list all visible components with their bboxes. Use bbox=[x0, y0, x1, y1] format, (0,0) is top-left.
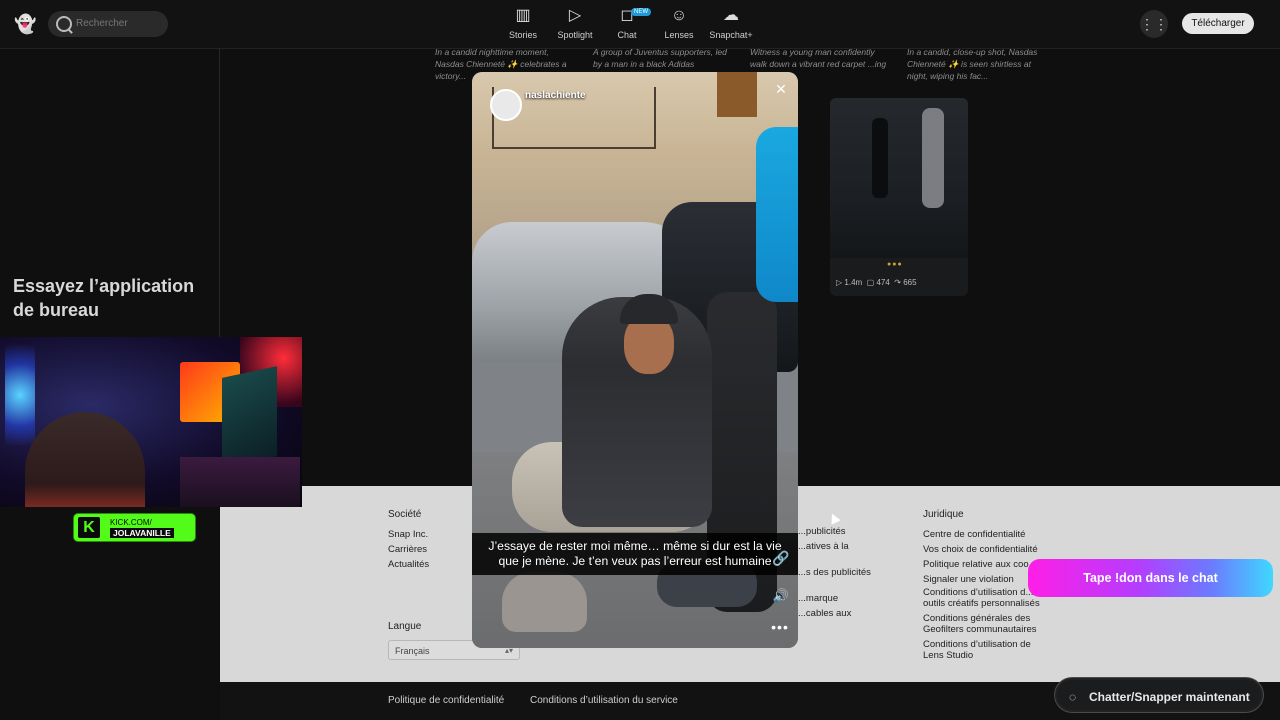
webcam-monitor bbox=[222, 366, 277, 468]
streamer-webcam bbox=[0, 337, 302, 507]
footer-link[interactable]: ...atives à la bbox=[798, 539, 871, 554]
footer-link[interactable]: ...marque bbox=[798, 591, 871, 606]
apps-grid-icon[interactable]: ⋮⋮ bbox=[1140, 10, 1168, 38]
footer-col-partial: ...publicités ...atives à la ...s des pu… bbox=[798, 524, 871, 621]
footer-col-company: Société Snap Inc. Carrières Actualités bbox=[388, 507, 429, 572]
chat-now-label: Chatter/Snapper maintenant bbox=[1089, 690, 1250, 704]
kick-channel-name: JOLAVANILLE bbox=[110, 528, 174, 538]
footer-link[interactable]: Conditions d’utilisation de Lens Studio bbox=[923, 639, 1043, 661]
chat-now-button[interactable]: ◌ Chatter/Snapper maintenant bbox=[1055, 678, 1263, 712]
footer-col-legal: Juridique Centre de confidentialité Vos … bbox=[923, 507, 1043, 661]
footer-link[interactable]: Vos choix de confidentialité bbox=[923, 542, 1043, 557]
footer-heading: Juridique bbox=[923, 509, 964, 520]
shares-icon: ↷ bbox=[894, 278, 901, 287]
desktop-app-promo[interactable]: Essayez l’application de bureau bbox=[13, 274, 213, 322]
nav-lenses-label: Lenses bbox=[664, 30, 694, 40]
footer-link[interactable]: Signaler une violation bbox=[923, 572, 1043, 587]
top-bar: 👻 Rechercher ▥ Stories ▷ Spotlight ◻ NEW… bbox=[0, 0, 1280, 49]
footer-link[interactable]: Centre de confidentialité bbox=[923, 527, 1043, 542]
subtitle-line: J’essaye de rester moi même… même si dur… bbox=[488, 539, 782, 553]
new-badge: NEW bbox=[631, 8, 651, 16]
thumbnail-image bbox=[830, 98, 968, 258]
story-shoe bbox=[502, 572, 587, 632]
nav-snapchat-plus-label: Snapchat+ bbox=[709, 30, 753, 40]
kick-url: KICK.COM/ bbox=[110, 518, 152, 527]
thumbnail-figure bbox=[922, 108, 944, 208]
footer-link[interactable]: Conditions d’utilisation d... outils cré… bbox=[923, 587, 1043, 609]
views-count: 1.4m bbox=[844, 278, 863, 287]
card-caption[interactable]: A group of Juventus supporters, led by a… bbox=[593, 46, 733, 70]
spotlight-thumbnail[interactable]: ●●● ▷ 1.4m ▢ 474 ↷ 665 bbox=[830, 98, 968, 296]
comments-icon: ▢ bbox=[866, 278, 875, 287]
footer-link[interactable]: Politique relative aux coo... bbox=[923, 557, 1043, 572]
footer-link[interactable]: ...cables aux bbox=[798, 606, 871, 621]
privacy-policy-link[interactable]: Politique de confidentialité bbox=[388, 695, 504, 706]
nav-stories-label: Stories bbox=[508, 30, 537, 40]
footer-link[interactable]: ...publicités bbox=[798, 524, 871, 539]
footer-heading: Société bbox=[388, 509, 422, 520]
views-icon: ▷ bbox=[836, 278, 843, 287]
donate-banner: Tape !don dans le chat bbox=[1028, 559, 1273, 597]
kick-logo-icon: K bbox=[78, 517, 100, 538]
snapchat-plus-icon: ☁ bbox=[723, 7, 739, 24]
play-icon: ▷ bbox=[568, 7, 582, 24]
footer-link[interactable]: Carrières bbox=[388, 542, 429, 557]
story-username[interactable]: naslachiente bbox=[525, 90, 586, 101]
snapchat-ghost-icon[interactable]: 👻 bbox=[14, 13, 36, 35]
webcam-desk bbox=[180, 457, 300, 507]
stories-icon: ▥ bbox=[515, 7, 531, 24]
kick-channel-badge: K KICK.COM/ JOLAVANILLE bbox=[74, 514, 195, 541]
avatar[interactable] bbox=[490, 89, 522, 121]
footer-link[interactable]: ...s des publicités bbox=[798, 565, 871, 580]
story-person-blue-jacket bbox=[756, 127, 798, 302]
story-viewer[interactable]: DV naslachiente ✕ J’essaye de rester moi… bbox=[472, 72, 798, 648]
subtitle-line: que je mène. Je t’en veux pas l’erreur e… bbox=[498, 554, 772, 568]
nav-snapchat-plus[interactable]: ☁ Snapchat+ bbox=[701, 6, 761, 40]
nav-chat-label: Chat bbox=[617, 30, 637, 40]
story-shutter bbox=[717, 72, 757, 117]
footer-link[interactable]: Conditions générales des Geofilters comm… bbox=[923, 613, 1043, 635]
shares-count: 665 bbox=[903, 278, 917, 287]
comments-count: 474 bbox=[876, 278, 890, 287]
card-caption[interactable]: In a candid, close-up shot, Nasdas Chien… bbox=[907, 46, 1047, 82]
nav-spotlight-label: Spotlight bbox=[557, 30, 593, 40]
language-value: Français bbox=[395, 646, 430, 656]
search-input[interactable]: Rechercher bbox=[48, 11, 168, 37]
footer-link[interactable]: Actualités bbox=[388, 557, 429, 572]
webcam-streamer bbox=[25, 412, 145, 507]
story-subtitles: J’essaye de rester moi même… même si dur… bbox=[472, 533, 798, 575]
nav-lenses[interactable]: ☺ Lenses bbox=[649, 6, 709, 40]
footer-link[interactable]: Snap Inc. bbox=[388, 527, 429, 542]
ghost-icon: ◌ bbox=[1069, 690, 1077, 704]
thumbnail-stats: ▷ 1.4m ▢ 474 ↷ 665 bbox=[836, 278, 917, 287]
emoji-row: ●●● bbox=[887, 261, 903, 268]
share-link-icon[interactable]: 🔗 bbox=[772, 549, 790, 567]
lenses-icon: ☺ bbox=[670, 7, 688, 24]
thumbnail-figure bbox=[872, 118, 888, 198]
language-label: Langue bbox=[388, 621, 422, 632]
search-icon bbox=[56, 16, 72, 32]
download-button[interactable]: Télécharger bbox=[1182, 13, 1254, 34]
nav-spotlight[interactable]: ▷ Spotlight bbox=[545, 6, 605, 40]
nav-stories[interactable]: ▥ Stories bbox=[493, 6, 553, 40]
more-options-icon[interactable]: ••• bbox=[768, 620, 792, 634]
nav-chat[interactable]: ◻ NEW Chat bbox=[597, 6, 657, 40]
terms-of-service-link[interactable]: Conditions d’utilisation du service bbox=[530, 695, 678, 706]
close-icon[interactable]: ✕ bbox=[772, 80, 790, 98]
volume-icon[interactable]: 🔊 bbox=[772, 587, 790, 605]
search-placeholder: Rechercher bbox=[76, 18, 128, 29]
webcam-neon-light bbox=[5, 345, 35, 445]
